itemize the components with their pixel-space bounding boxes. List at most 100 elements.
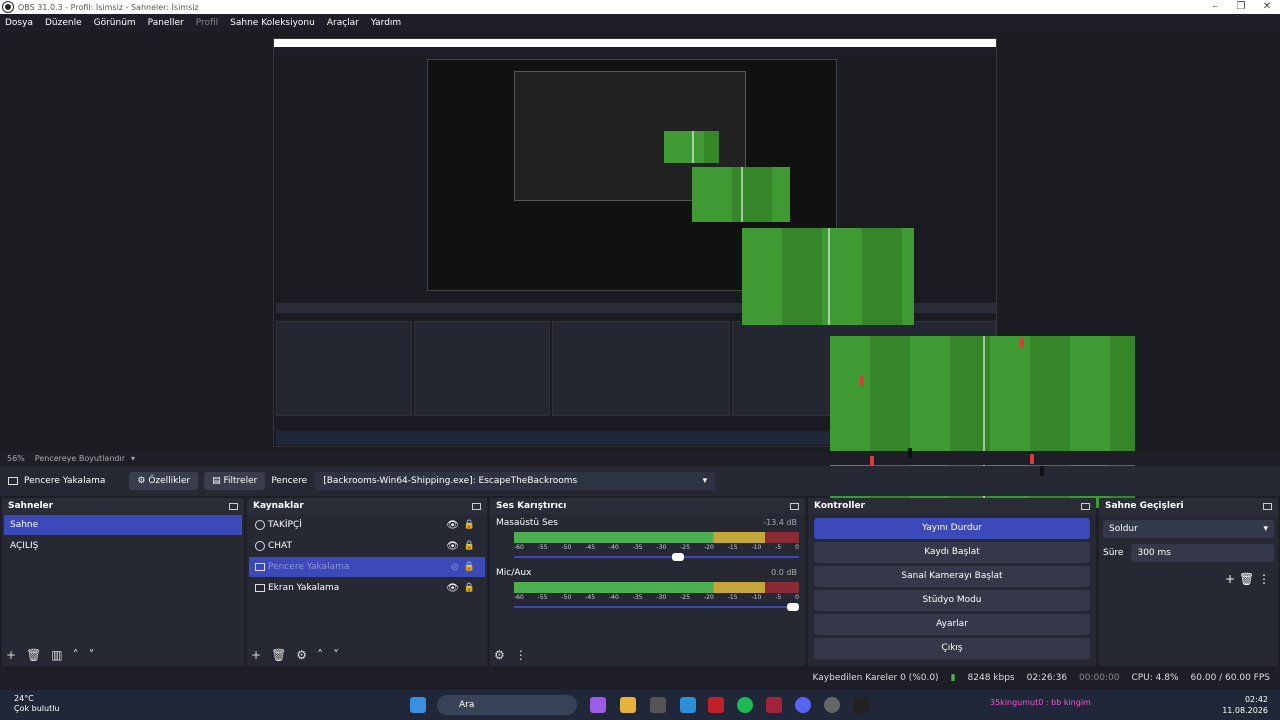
exit-button[interactable]: Çıkış [814, 638, 1090, 659]
trash-icon[interactable]: 🗑 [26, 648, 41, 662]
eye-icon[interactable]: 👁 [446, 583, 459, 594]
menu-paneller[interactable]: Paneller [148, 18, 184, 28]
eye-icon[interactable]: 👁 [446, 520, 459, 531]
add-icon[interactable]: + [6, 648, 16, 662]
more-icon[interactable]: ⋮ [515, 648, 527, 662]
maximize-icon[interactable]: ❐ [1228, 0, 1254, 14]
start-recording-button[interactable]: Kaydı Başlat [814, 542, 1090, 563]
epic-games-icon[interactable] [853, 697, 869, 713]
menu-yardim[interactable]: Yardım [371, 18, 401, 28]
move-down-icon[interactable]: ˅ [89, 648, 95, 662]
studio-mode-button[interactable]: Stüdyo Modu [814, 590, 1090, 611]
window-select[interactable]: [Backrooms-Win64-Shipping.exe]: EscapeTh… [315, 472, 716, 490]
clock[interactable]: 02:42 11.08.2026 [1222, 694, 1268, 716]
menu-duzenle[interactable]: Düzenle [45, 18, 82, 28]
filters-button[interactable]: ▤ Filtreler [204, 472, 266, 490]
stream-time: 02:26:36 [1026, 673, 1068, 683]
controls-dock: Kontroller Yayını Durdur Kaydı Başlat Sa… [808, 498, 1096, 666]
add-icon[interactable]: + [1225, 572, 1235, 586]
window-label: Pencere [271, 476, 308, 486]
scene-item[interactable]: Sahne [4, 515, 242, 535]
menu-sahne-koleksiyonu[interactable]: Sahne Koleksiyonu [230, 18, 315, 28]
source-label: Ekran Yakalama [268, 583, 340, 593]
copilot-icon[interactable] [590, 697, 606, 713]
properties-button[interactable]: ⚙ Özellikler [129, 472, 199, 490]
tick-label: -15 [727, 594, 738, 601]
channel-name: Mic/Aux [496, 568, 532, 578]
filter-icon[interactable]: ▥ [51, 648, 62, 662]
source-label: TAKİPÇİ [268, 520, 302, 530]
volume-slider[interactable] [514, 553, 799, 561]
menu-bar: Dosya Düzenle Görünüm Paneller Profil Sa… [0, 15, 1280, 31]
lock-icon[interactable]: 🔒 [464, 541, 475, 551]
lock-icon[interactable]: 🔒 [464, 562, 475, 572]
lock-icon[interactable]: 🔒 [464, 520, 475, 530]
obs-icon[interactable] [824, 697, 840, 713]
window-icon [8, 477, 18, 485]
fit-dropdown[interactable]: Pencereye Boyutlandır [35, 454, 125, 463]
tick-label: -60 [514, 594, 524, 601]
source-item[interactable]: CHAT 👁 🔒 [249, 536, 485, 556]
menu-araclar[interactable]: Araçlar [327, 18, 359, 28]
trash-icon[interactable]: 🗑 [271, 648, 286, 662]
menu-profil[interactable]: Profil [196, 18, 218, 28]
tick-label: -50 [561, 544, 572, 551]
gear-icon[interactable]: ⚙ [296, 648, 307, 662]
more-icon[interactable]: ⋮ [1258, 572, 1270, 586]
steam-icon[interactable] [650, 697, 666, 713]
meter-ticks: -60 -55 -50 -45 -40 -35 -30 -25 -20 -15 -10 -5 0 [514, 544, 799, 551]
windows-start-icon[interactable] [410, 697, 426, 713]
add-icon[interactable]: + [251, 648, 261, 662]
eye-icon[interactable]: 👁 [446, 541, 459, 552]
source-item[interactable]: TAKİPÇİ 👁 🔒 [249, 515, 485, 535]
move-up-icon[interactable]: ˄ [317, 648, 323, 662]
gear-icon[interactable]: ⚙ [494, 648, 505, 662]
taskbar-search[interactable]: Ara [437, 695, 577, 715]
store-icon[interactable] [680, 697, 696, 713]
scenes-dock: Sahneler Sahne AÇILIŞ + 🗑 ▥ ˄ ˅ [2, 498, 244, 666]
duration-input[interactable]: 300 ms [1131, 544, 1274, 562]
trash-icon[interactable]: 🗑 [1239, 572, 1254, 586]
meter-ticks: -60 -55 -50 -45 -40 -35 -30 -25 -20 -15 -10 -5 0 [514, 594, 799, 601]
transitions-dock: Sahne Geçişleri Soldur ▾ Süre 300 ms + 🗑 ⋮ [1099, 498, 1278, 666]
tick-label: -20 [704, 594, 714, 601]
dropped-frames: Kaybedilen Kareler 0 (%0.0) [812, 673, 939, 683]
minimize-icon[interactable]: – [1202, 0, 1228, 14]
tick-label: -5 [775, 594, 782, 601]
eye-hidden-icon[interactable]: ⊘ [451, 562, 459, 573]
transition-select[interactable]: Soldur ▾ [1103, 520, 1274, 538]
tick-label: -25 [680, 594, 691, 601]
move-up-icon[interactable]: ˄ [73, 648, 79, 662]
undock-icon[interactable] [790, 502, 799, 510]
window-select-value: [Backrooms-Win64-Shipping.exe]: EscapeTh… [323, 476, 578, 486]
close-icon[interactable]: ✕ [1254, 0, 1280, 14]
undock-icon[interactable] [1263, 502, 1272, 510]
menu-gorunum[interactable]: Görünüm [94, 18, 136, 28]
netflix-icon[interactable] [708, 697, 724, 713]
filters-label: Filtreler [223, 476, 258, 486]
menu-dosya[interactable]: Dosya [5, 18, 33, 28]
scene-label: Sahne [10, 520, 39, 530]
undock-icon[interactable] [472, 502, 481, 510]
scene-item[interactable]: AÇILIŞ [4, 536, 242, 556]
weather-widget[interactable]: 24°C Çok bulutlu [14, 694, 60, 714]
tick-label: -35 [632, 594, 643, 601]
source-label: Pencere Yakalama [268, 562, 350, 572]
slider-knob[interactable] [787, 603, 799, 611]
move-down-icon[interactable]: ˅ [333, 648, 339, 662]
start-virtual-camera-button[interactable]: Sanal Kamerayı Başlat [814, 566, 1090, 587]
undock-icon[interactable] [1081, 502, 1090, 510]
discord-icon[interactable] [795, 697, 811, 713]
settings-button[interactable]: Ayarlar [814, 614, 1090, 635]
lock-icon[interactable]: 🔒 [464, 583, 475, 593]
spotify-icon[interactable] [737, 697, 753, 713]
source-item[interactable]: Ekran Yakalama 👁 🔒 [249, 578, 485, 598]
undock-icon[interactable] [229, 502, 238, 510]
source-item[interactable]: Pencere Yakalama ⊘ 🔒 [249, 557, 485, 577]
opera-icon[interactable] [766, 697, 782, 713]
folder-icon[interactable] [620, 697, 636, 713]
chevron-down-icon[interactable]: ▾ [131, 454, 135, 463]
stop-stream-button[interactable]: Yayını Durdur [814, 518, 1090, 539]
slider-knob[interactable] [672, 553, 685, 561]
volume-slider[interactable] [514, 603, 799, 611]
